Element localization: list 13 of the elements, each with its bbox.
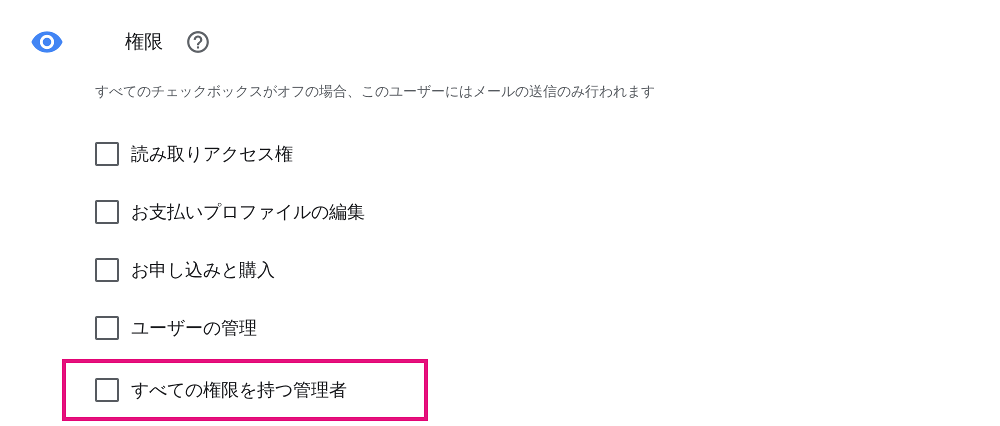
checkbox[interactable] xyxy=(95,378,119,402)
checkbox-label: お支払いプロファイルの編集 xyxy=(131,201,365,224)
checkbox[interactable] xyxy=(95,258,119,282)
section-description: すべてのチェックボックスがオフの場合、このユーザーにはメールの送信のみ行われます xyxy=(95,83,655,101)
checkbox[interactable] xyxy=(95,316,119,340)
section-title: 権限 xyxy=(125,30,163,55)
checkbox-label: 読み取りアクセス権 xyxy=(131,143,293,166)
checkbox-label: お申し込みと購入 xyxy=(131,259,275,282)
checkbox[interactable] xyxy=(95,142,119,166)
checkbox-label: すべての権限を持つ管理者 xyxy=(131,379,347,402)
help-icon[interactable] xyxy=(185,29,211,55)
checkbox[interactable] xyxy=(95,200,119,224)
checkbox-label: ユーザーの管理 xyxy=(131,317,257,340)
